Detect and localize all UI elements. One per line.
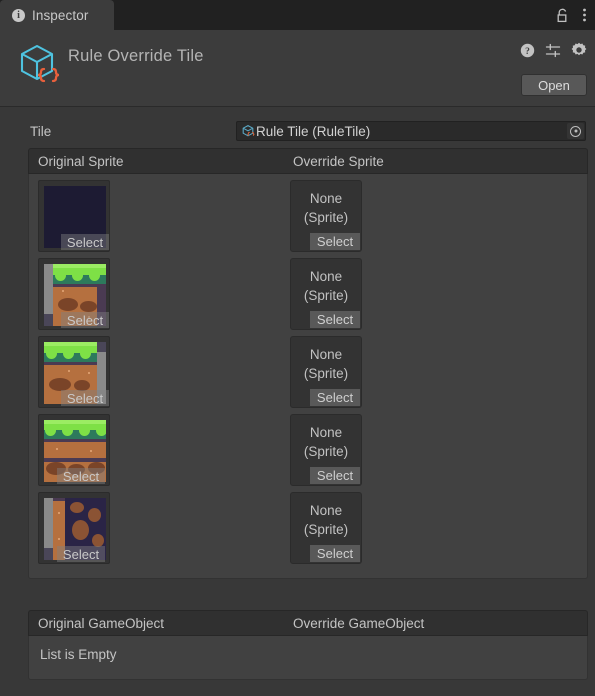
original-sprite-select-button[interactable]: Select [61, 312, 109, 328]
none-line-2: (Sprite) [303, 288, 349, 303]
override-sprite-field[interactable]: None (Sprite) Select [290, 336, 362, 408]
tile-object-field[interactable]: Rule Tile (RuleTile) [236, 121, 586, 141]
original-sprite-field[interactable]: Select [38, 492, 110, 564]
sprite-list-row: Select None (Sprite) Select [29, 336, 587, 408]
tab-bar-actions [556, 0, 587, 30]
object-header: Rule Override Tile ? Open [0, 30, 595, 107]
open-button[interactable]: Open [521, 74, 587, 96]
column-header-original-gameobject: Original GameObject [38, 615, 165, 631]
override-sprite-field[interactable]: None (Sprite) Select [290, 180, 362, 252]
gameobject-list-body: List is Empty [28, 636, 588, 680]
original-sprite-select-button[interactable]: Select [61, 234, 109, 250]
tile-object-field-value: Rule Tile (RuleTile) [256, 123, 371, 139]
none-line-1: None [309, 425, 343, 440]
sprite-list-row: Select None (Sprite) Select [29, 258, 587, 330]
sprite-list-row: Select None (Sprite) Select [29, 414, 587, 486]
preset-icon[interactable] [545, 43, 561, 58]
override-sprite-field[interactable]: None (Sprite) Select [290, 414, 362, 486]
original-sprite-field[interactable]: Select [38, 258, 110, 330]
none-line-2: (Sprite) [303, 522, 349, 537]
column-header-original-sprite: Original Sprite [38, 153, 124, 169]
inspector-body: Tile Rule Tile (RuleTile) Original Sprit… [0, 108, 595, 696]
help-icon[interactable]: ? [520, 43, 535, 58]
inspector-window: i Inspector Rule Override Tile ? Open Ti… [0, 0, 595, 696]
override-sprite-select-button[interactable]: Select [310, 311, 360, 328]
none-line-2: (Sprite) [303, 366, 349, 381]
none-line-1: None [309, 503, 343, 518]
column-header-override-sprite: Override Sprite [293, 153, 384, 169]
original-sprite-select-button[interactable]: Select [61, 390, 109, 406]
script-cube-icon [14, 41, 60, 87]
override-sprite-select-button[interactable]: Select [310, 467, 360, 484]
override-sprite-select-button[interactable]: Select [310, 545, 360, 562]
svg-text:?: ? [525, 47, 530, 57]
gear-icon[interactable] [571, 42, 587, 58]
kebab-menu-icon[interactable] [582, 7, 587, 23]
sprite-list-body: Select None (Sprite) Select Select None … [28, 174, 588, 579]
override-sprite-field[interactable]: None (Sprite) Select [290, 492, 362, 564]
tab-bar: i Inspector [0, 0, 595, 30]
gameobject-list-header: Original GameObject Override GameObject [28, 610, 588, 636]
tab-inspector[interactable]: i Inspector [0, 0, 115, 30]
original-sprite-select-button[interactable]: Select [57, 468, 105, 484]
object-picker-icon[interactable] [567, 123, 584, 139]
override-sprite-none-label: None (Sprite) [291, 189, 361, 227]
tile-field-row: Tile Rule Tile (RuleTile) [0, 118, 595, 144]
override-sprite-field[interactable]: None (Sprite) Select [290, 258, 362, 330]
original-sprite-field[interactable]: Select [38, 414, 110, 486]
tab-inspector-label: Inspector [32, 7, 89, 23]
none-line-1: None [309, 191, 343, 206]
override-sprite-select-button[interactable]: Select [310, 389, 360, 406]
none-line-1: None [309, 347, 343, 362]
sprite-list-row: Select None (Sprite) Select [29, 492, 587, 564]
original-sprite-field[interactable]: Select [38, 180, 110, 252]
override-sprite-select-button[interactable]: Select [310, 233, 360, 250]
none-line-2: (Sprite) [303, 210, 349, 225]
column-header-override-gameobject: Override GameObject [293, 615, 425, 631]
original-sprite-select-button[interactable]: Select [57, 546, 105, 562]
list-empty-message: List is Empty [40, 647, 117, 662]
original-sprite-field[interactable]: Select [38, 336, 110, 408]
sprite-list-row: Select None (Sprite) Select [29, 180, 587, 252]
none-line-2: (Sprite) [303, 444, 349, 459]
sprite-list-header: Original Sprite Override Sprite [28, 148, 588, 174]
override-sprite-none-label: None (Sprite) [291, 501, 361, 539]
none-line-1: None [309, 269, 343, 284]
override-sprite-none-label: None (Sprite) [291, 267, 361, 305]
override-sprite-none-label: None (Sprite) [291, 345, 361, 383]
rule-tile-asset-icon [241, 124, 255, 138]
tile-field-label: Tile [30, 123, 52, 139]
info-icon: i [12, 8, 25, 22]
object-header-tools: ? [520, 42, 587, 58]
page-title: Rule Override Tile [68, 47, 204, 65]
lock-icon[interactable] [556, 8, 569, 23]
override-sprite-none-label: None (Sprite) [291, 423, 361, 461]
